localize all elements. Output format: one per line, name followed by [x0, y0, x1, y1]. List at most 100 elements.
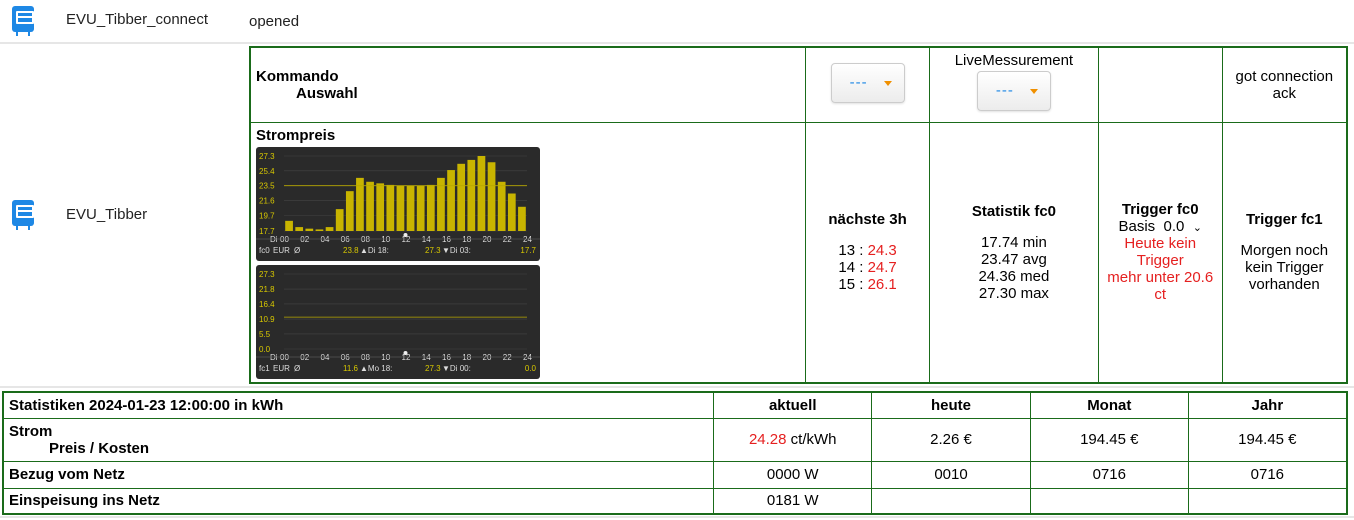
stat-cell: Statistik fc0 17.74 min 23.47 avg 24.36 …	[929, 121, 1099, 384]
x-tick-label: Di	[270, 353, 278, 362]
price-chart-fc0[interactable]: 27.3 25.4 23.5 21.6 19.7 17.7 Di 00 02 04 06 08 10 12…	[256, 146, 540, 261]
next3h-title: nächste 3h	[828, 211, 907, 229]
meter-icon[interactable]	[12, 6, 34, 36]
trigger-fc1-msg: kein Trigger	[1245, 259, 1324, 277]
select-value: ---	[995, 82, 1014, 99]
x-tick-label: 16	[442, 353, 451, 362]
live-cell: LiveMessurement ---	[929, 46, 1099, 123]
price-bar	[518, 206, 526, 231]
row-divider	[0, 516, 1354, 518]
select-value: ---	[849, 73, 868, 91]
einspeisung-label: Einspeisung ins Netz	[2, 487, 715, 515]
x-tick-label: 24	[523, 353, 532, 362]
x-tick-label: 18	[462, 353, 471, 362]
price-bar	[315, 228, 324, 231]
meter-icon[interactable]	[12, 200, 34, 230]
einspeisung-cell: 0181 W	[713, 487, 873, 515]
trigger-fc1-msg: vorhanden	[1248, 276, 1320, 294]
x-tick-label: 00	[280, 353, 289, 362]
device-status: opened	[249, 13, 300, 30]
bezug-cell: 0716	[1187, 460, 1348, 489]
next3h-row: 15 : 26.1	[838, 276, 897, 294]
footer-max-tag: ▲Di 18:	[360, 246, 389, 255]
trigger-fc1-msg: Morgen noch	[1240, 242, 1329, 260]
price-bar	[386, 184, 395, 231]
x-tick-label: 00	[280, 235, 289, 244]
connection-ack: ack	[1272, 84, 1296, 102]
stat-avg: 23.47 avg	[980, 250, 1047, 268]
price-current: 24.28 ct/kWh	[713, 417, 873, 462]
strom-label: Strom	[9, 422, 53, 440]
x-tick-label: 20	[483, 353, 492, 362]
col-header: Monat	[1029, 391, 1189, 419]
row-divider	[0, 386, 1354, 388]
connection-status: got connection	[1235, 67, 1334, 85]
x-tick-label: 10	[381, 353, 390, 362]
footer-unit: EUR	[273, 246, 290, 255]
price-bar	[285, 220, 293, 231]
chevron-down-icon: ⌄	[1192, 222, 1202, 235]
price-bar	[406, 185, 415, 231]
price-bar	[396, 185, 405, 231]
x-tick-label: 24	[523, 235, 532, 244]
y-tick-label: 10.9	[259, 315, 275, 324]
kommando-label: Kommando	[256, 67, 339, 85]
connection-cell: got connection ack	[1221, 46, 1348, 123]
now-marker	[403, 350, 408, 355]
x-tick-label: 10	[381, 235, 390, 244]
stats-title: Statistiken 2024-01-23 12:00:00 in kWh	[2, 391, 715, 419]
command-select[interactable]: ---	[830, 62, 905, 103]
price-bar	[447, 169, 455, 231]
stat-max: 27.30 max	[978, 284, 1049, 302]
trigger-fc0-msg: Trigger	[1136, 252, 1184, 270]
y-tick-label: 21.8	[259, 285, 275, 294]
y-tick-label: 23.5	[259, 181, 275, 190]
now-marker	[403, 232, 408, 237]
caret-down-icon	[1029, 89, 1038, 94]
y-tick-label: 27.3	[259, 270, 275, 279]
chart-svg: 27.325.423.521.619.717.7Di 00 02 04 06 08 10 12…	[256, 152, 540, 255]
price-bar	[416, 185, 425, 231]
stat-med: 24.36 med	[978, 267, 1050, 285]
price-chart-fc1[interactable]: 27.3 21.8 16.4 10.9 5.5 0.0 Di 00 02 04 06 08 10 12 14…	[256, 264, 540, 379]
x-tick-label: 14	[422, 235, 431, 244]
trigger-fc1-cell: Trigger fc1 Morgen noch kein Trigger vor…	[1221, 121, 1348, 384]
bezug-cell: 0000 W	[713, 460, 873, 489]
preis-label: Preis / Kosten	[49, 439, 150, 457]
price-bar	[477, 155, 486, 231]
basis-select[interactable]: 0.0 ⌄	[1164, 218, 1202, 235]
price-bar	[295, 226, 304, 231]
bezug-cell: 0716	[1029, 460, 1189, 489]
price-bar	[467, 159, 476, 231]
x-tick-label: 16	[442, 235, 451, 244]
device-name[interactable]: EVU_Tibber	[66, 206, 147, 223]
x-tick-label: 06	[341, 353, 350, 362]
price-bar	[487, 161, 496, 231]
einspeisung-cell	[1029, 487, 1189, 515]
price-bar	[376, 182, 385, 231]
cost-cell: 194.45 €	[1029, 417, 1189, 462]
next3h-row: 13 : 24.3	[838, 242, 897, 260]
x-tick-label: 04	[321, 235, 330, 244]
kommando-cell: Kommando Auswahl	[249, 46, 807, 123]
device-name[interactable]: EVU_Tibber_connect	[66, 11, 208, 28]
footer-unit: EUR	[273, 364, 290, 373]
live-select[interactable]: ---	[976, 71, 1051, 111]
trigger-fc0-cell: Trigger fc0 Basis 0.0 ⌄ Heute kein Trigg…	[1097, 121, 1223, 384]
footer-avg-symbol: Ø	[294, 364, 300, 373]
next3h-cell: nächste 3h 13 : 24.3 14 : 24.7 15 : 26.1	[805, 121, 930, 384]
x-tick-label: Di	[270, 235, 278, 244]
y-tick-label: 5.5	[259, 329, 271, 338]
price-bar	[507, 193, 516, 231]
col-header: Jahr	[1187, 391, 1348, 419]
y-tick-label: 19.7	[259, 211, 275, 220]
strompreis-cell: Strompreis 27.3 25.4 23.5 21.6 19.7 17.7 Di 00 0…	[249, 121, 807, 384]
x-tick-label: 02	[300, 353, 309, 362]
row-divider	[0, 42, 1354, 44]
stat-title: Statistik fc0	[971, 202, 1057, 220]
next3h-row: 14 : 24.7	[838, 259, 897, 277]
trigger-fc0-title: Trigger fc0	[1121, 201, 1199, 219]
footer-min-tag: ▼Di 00:	[442, 364, 471, 373]
chart-svg: 27.321.816.410.95.50.0Di 00 02 04 06 08 10 12 14…	[256, 270, 540, 373]
y-tick-label: 21.6	[259, 196, 275, 205]
